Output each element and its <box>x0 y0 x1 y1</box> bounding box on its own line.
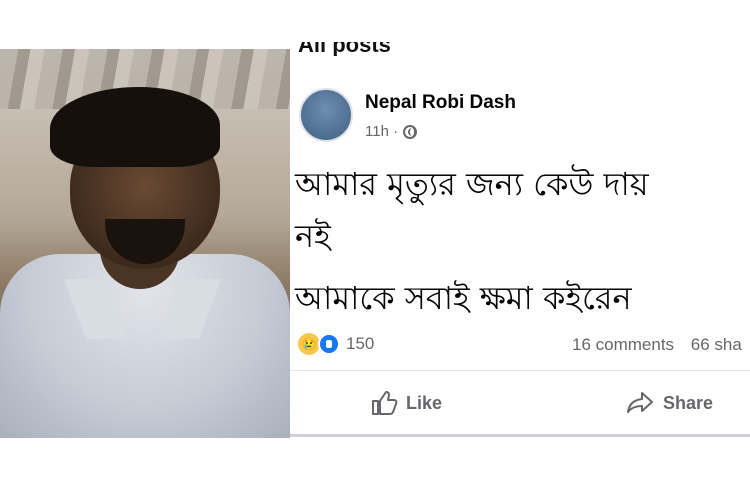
author-name[interactable]: Nepal Robi Dash <box>365 92 516 114</box>
post-text-line-3: আমাকে সবাই ক্ষমা কইরেন <box>295 279 632 317</box>
post-time[interactable]: 11h · <box>365 123 398 140</box>
like-reaction-icon <box>318 333 340 355</box>
profile-photo <box>0 49 290 438</box>
post-stats: 16 comments 66 sha <box>572 335 750 355</box>
reaction-count: 150 <box>346 334 375 353</box>
divider <box>290 370 750 371</box>
comments-count[interactable]: 16 comments <box>572 335 674 354</box>
bottom-border <box>290 434 750 437</box>
section-title: All posts <box>298 32 391 57</box>
shares-count[interactable]: 66 sha <box>691 335 742 354</box>
share-button[interactable]: Share <box>625 390 713 416</box>
globe-icon <box>403 124 418 139</box>
reaction-summary[interactable]: 😢 150 <box>298 333 374 355</box>
post-text-line-1: আমার মৃত্যুর জন্য কেউ দায় <box>295 165 649 203</box>
like-button[interactable]: Like <box>370 390 442 416</box>
like-label: Like <box>406 392 443 413</box>
share-label: Share <box>663 392 714 413</box>
thumbs-up-icon <box>372 391 398 415</box>
author-avatar[interactable] <box>299 88 353 142</box>
post-text-line-2: নই <box>295 217 331 255</box>
post-meta: 11h · <box>365 123 418 140</box>
share-arrow-icon <box>627 392 653 413</box>
sad-reaction-icon: 😢 <box>298 333 320 355</box>
facebook-post: All posts Nepal Robi Dash 11h · আমার মৃত… <box>290 30 750 438</box>
